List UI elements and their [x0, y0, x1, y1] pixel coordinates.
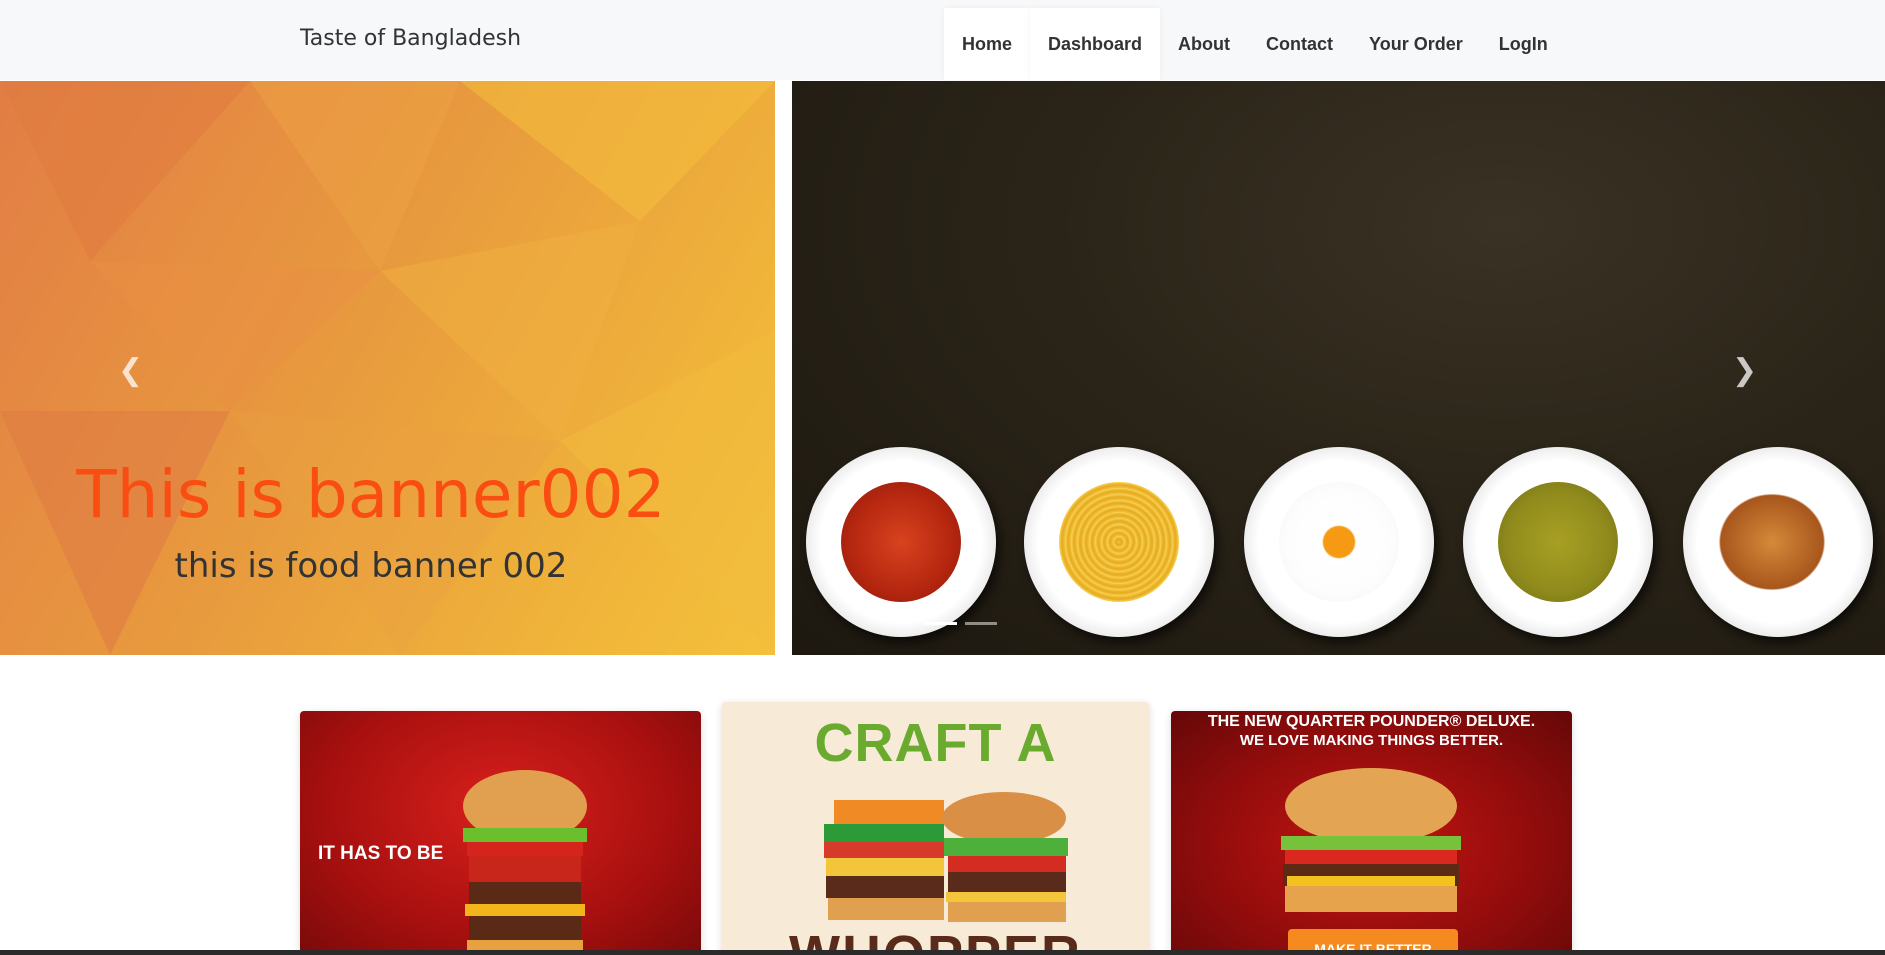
promo-card-burger[interactable]: IT HAS TO BE — [300, 711, 701, 955]
page-bottom-edge — [0, 950, 1885, 955]
card-line1: THE NEW QUARTER POUNDER® DELUXE. — [1207, 713, 1536, 730]
plate-fried-egg-image — [1244, 447, 1434, 637]
nav-menu: Home Dashboard About Contact Your Order … — [944, 8, 1566, 80]
carousel-indicators — [925, 622, 997, 625]
nav-about[interactable]: About — [1160, 8, 1248, 80]
quarter-pounder-image — [1281, 768, 1461, 912]
plate-green-soup-image — [1463, 447, 1653, 637]
nav-your-order[interactable]: Your Order — [1351, 8, 1481, 80]
hero-carousel: This is banner002 this is food banner 00… — [0, 81, 1885, 655]
nav-contact[interactable]: Contact — [1248, 8, 1351, 80]
banner-slide-food-plates — [792, 81, 1885, 655]
carousel-indicator[interactable] — [925, 622, 957, 625]
burger-image — [463, 770, 587, 955]
card-headline: CRAFT A — [814, 713, 1057, 773]
nav-login[interactable]: LogIn — [1481, 8, 1566, 80]
plate-spaghetti-image — [1024, 447, 1214, 637]
navbar: Taste of Bangladesh Home Dashboard About… — [0, 0, 1885, 80]
brand-logo[interactable]: Taste of Bangladesh — [300, 26, 521, 51]
banner-title: This is banner002 — [76, 456, 666, 533]
promo-card-whopper[interactable]: CRAFT A WHOPPER — [722, 702, 1149, 955]
nav-dashboard[interactable]: Dashboard — [1030, 8, 1161, 80]
plate-soup-image — [806, 447, 996, 637]
banner-slide-orange: This is banner002 this is food banner 00… — [0, 81, 775, 655]
carousel-indicator[interactable] — [965, 622, 997, 625]
nav-home[interactable]: Home — [944, 8, 1031, 80]
plate-croissant-image — [1683, 447, 1873, 637]
card-text: IT HAS TO BE — [318, 843, 444, 864]
chevron-left-icon[interactable]: ❮ — [118, 353, 143, 388]
banner-subtitle: this is food banner 002 — [174, 546, 568, 586]
card-line2: WE LOVE MAKING THINGS BETTER. — [1239, 732, 1504, 749]
promo-card-quarter-pounder[interactable]: THE NEW QUARTER POUNDER® DELUXE. WE LOVE… — [1171, 711, 1572, 955]
whopper-image — [824, 792, 1068, 922]
chevron-right-icon[interactable]: ❯ — [1732, 353, 1757, 388]
